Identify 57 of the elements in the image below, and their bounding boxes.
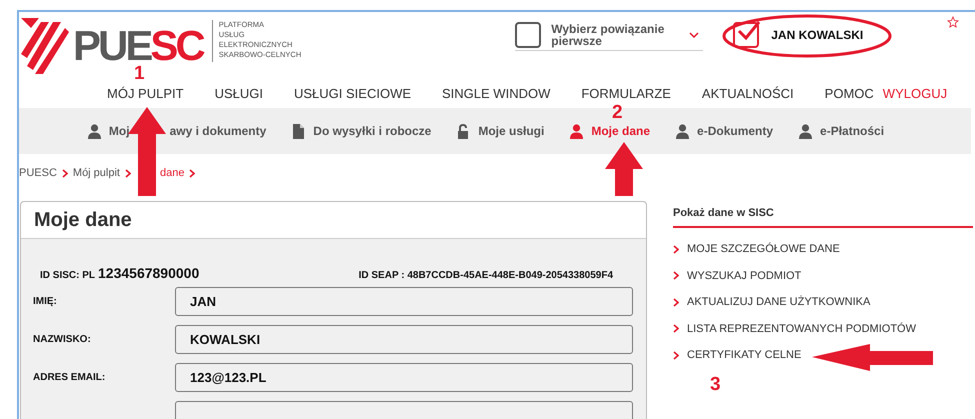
sidebar-link[interactable]: WYSZUKAJ PODMIOT	[687, 270, 802, 282]
id-label: ID SISC: PL	[40, 270, 96, 281]
input-field[interactable]: 123@123.PL	[175, 363, 633, 392]
field-label: NAZWISKO:	[33, 334, 92, 345]
step-number: 3	[710, 374, 721, 396]
nav-link[interactable]: POMOC	[824, 86, 874, 100]
nav-link[interactable]: AKTUALNOŚCI	[702, 86, 794, 100]
id-value: 1234567890000	[98, 265, 200, 281]
caret-icon	[689, 32, 700, 38]
panel-title: Moje dane	[34, 208, 132, 232]
nav-link[interactable]: USŁUGI	[214, 86, 263, 100]
chevron-icon	[673, 298, 679, 307]
sidebar-link[interactable]: CERTYFIKATY CELNE	[687, 349, 802, 362]
sub-nav-tab[interactable]: Moj awy i dokumenty	[88, 124, 266, 138]
sidebar-link[interactable]: AKTUALIZUJ DANE UŻYTKOWNIKA	[687, 296, 870, 308]
field-label: IMIĘ:	[33, 296, 58, 307]
sidebar-link[interactable]: MOJE SZCZEGÓŁOWE DANE	[687, 243, 840, 256]
star-icon[interactable]	[947, 16, 959, 28]
sidebar-link[interactable]: LISTA REPREZENTOWANYCH PODMIOTÓW	[687, 322, 916, 335]
person-icon	[799, 124, 812, 138]
chevron-icon	[62, 168, 68, 178]
sub-nav-tab[interactable]: e-Płatności	[799, 124, 884, 138]
person-icon	[88, 124, 101, 138]
chevron-icon	[673, 271, 679, 280]
chevron-icon	[673, 244, 679, 254]
nav-link[interactable]: FORMULARZE	[581, 86, 671, 100]
step-number: 2	[612, 102, 623, 124]
breadcrumb-link[interactable]: PUESC	[19, 167, 57, 179]
user-name: JAN KOWALSKI	[771, 28, 864, 42]
sub-nav-tab[interactable]: Moje dane	[570, 124, 650, 138]
logout-link[interactable]: WYLOGUJ	[882, 86, 948, 100]
person-icon	[570, 124, 584, 138]
chevron-icon	[673, 324, 679, 334]
chevron-icon	[124, 168, 131, 178]
lock-icon	[457, 124, 470, 138]
input-field[interactable]: KOWALSKI	[175, 325, 633, 354]
nav-link[interactable]: SINGLE WINDOW	[442, 86, 550, 100]
id-seap: ID SEAP : 48B7CCDB-45AE-448E-B049-2054338059F4	[358, 270, 613, 281]
step-number: 1	[134, 63, 145, 85]
sub-nav-tab[interactable]: Do wysyłki i robocze	[292, 124, 432, 138]
sub-nav-tab[interactable]: e-Dokumenty	[676, 124, 774, 138]
nav-link[interactable]: USŁUGI SIECIOWE	[294, 86, 412, 100]
checkbox[interactable]	[515, 22, 542, 48]
breadcrumb-link[interactable]: dane	[160, 167, 184, 179]
logo-stripes-icon	[21, 18, 69, 74]
chevron-icon	[189, 168, 196, 178]
context-select[interactable]: Wybierz powiązanie pierwsze	[515, 20, 704, 51]
arrow-annotation	[605, 142, 643, 196]
breadcrumb-link[interactable]: Mój pulpit	[72, 167, 120, 179]
nav-link[interactable]: MÓJ PULPIT	[107, 86, 184, 100]
sub-nav-tab[interactable]: Moje usługi	[457, 124, 544, 138]
input-field[interactable]: JAN	[175, 287, 633, 316]
field-label: ADRES EMAIL:	[33, 372, 106, 383]
person-icon	[676, 124, 690, 138]
document-icon	[292, 124, 306, 138]
sidebar-title: Pokaż dane w SISC	[673, 201, 973, 228]
chevron-icon	[673, 350, 679, 360]
